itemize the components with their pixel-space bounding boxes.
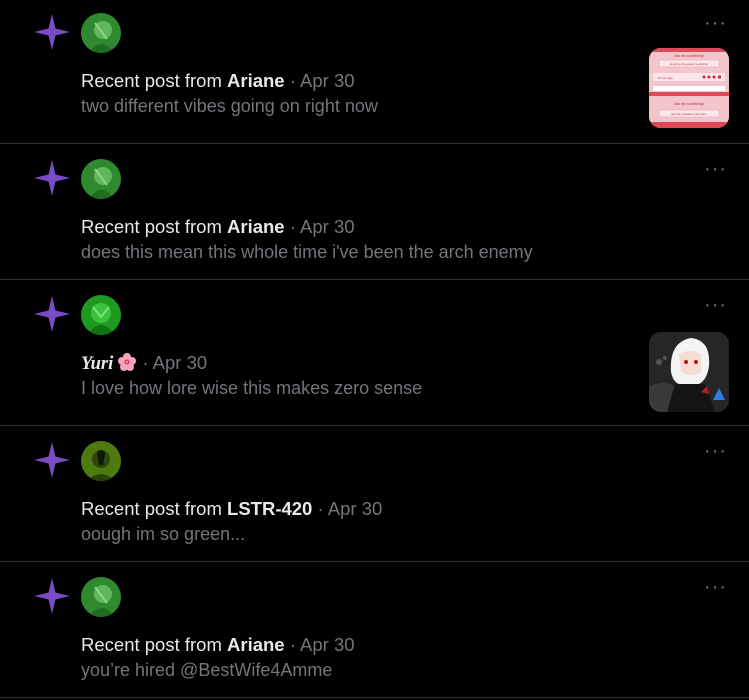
more-options-icon[interactable]: ··· [704,13,727,33]
prefix-text: Recent post from [81,70,228,91]
avatar[interactable] [81,159,121,199]
post-text: two different vibes going on right now [81,96,378,116]
notification-header: Recent post from Ariane · Apr 30 [81,634,355,656]
author-name[interactable]: Ariane [227,70,285,91]
notification-item[interactable]: ··· Yuri · Apr 30 I love how lore wise t… [0,280,749,426]
prefix-text: Recent post from [81,634,228,655]
sparkle-icon [34,578,70,614]
hibiscus-icon [118,353,137,371]
separator: · [289,634,296,655]
separator: · [317,498,324,519]
post-text: I love how lore wise this makes zero sen… [81,378,423,398]
separator: · [289,216,296,237]
notification-header: Yuri · Apr 30 [81,352,207,375]
prefix-text: Recent post from [81,498,228,519]
avatar[interactable] [81,13,121,53]
thumb-line: 4 hours ago [657,76,673,80]
notification-header: Recent post from Ariane · Apr 30 [81,70,355,92]
post-text: does this mean this whole time i've been… [81,242,533,262]
sparkle-icon [34,14,70,50]
thumb-line: long live the green revolution [670,62,709,66]
author-name[interactable]: Ariane [227,634,285,655]
notification-item[interactable]: ··· Recent post from LSTR-420 · Apr 30 o… [0,426,749,562]
author-name[interactable]: LSTR-420 [227,498,312,519]
more-options-icon[interactable]: ··· [704,159,727,179]
post-date[interactable]: Apr 30 [300,70,355,91]
post-date[interactable]: Apr 30 [300,634,355,655]
notification-header: Recent post from Ariane · Apr 30 [81,216,355,238]
post-date[interactable]: Apr 30 [328,498,383,519]
thumb-line: Ask me something! [674,102,704,106]
notification-item[interactable]: ··· Recent post from Ariane · Apr 30 you… [0,562,749,698]
notification-item[interactable]: ··· Recent post from Ariane · Apr 30 doe… [0,144,749,280]
thumb-line: Ask me something! [674,54,704,58]
more-options-icon[interactable]: ··· [704,577,727,597]
avatar[interactable] [81,577,121,617]
prefix-text: Recent post from [81,216,228,237]
more-options-icon[interactable]: ··· [704,441,727,461]
more-options-icon[interactable]: ··· [704,295,727,315]
post-text: oough im so green... [81,524,246,544]
sparkle-icon [34,160,70,196]
avatar[interactable] [81,441,121,481]
notification-feed: ··· Recent post from Ariane · Apr 30 two… [0,0,749,698]
post-date[interactable]: Apr 30 [153,352,208,373]
separator: · [289,70,296,91]
thumb-line: get this parasite outta here [671,112,707,116]
author-name[interactable]: Ariane [227,216,285,237]
post-text: you’re hired @BestWife4Amme [81,660,333,680]
sparkle-icon [34,296,70,332]
separator: · [142,352,149,373]
sparkle-icon [34,442,70,478]
avatar[interactable] [81,295,121,335]
post-thumbnail[interactable]: Ask me something! long live the green re… [649,48,729,128]
notification-item[interactable]: ··· Recent post from Ariane · Apr 30 two… [0,0,749,144]
notification-header: Recent post from LSTR-420 · Apr 30 [81,498,382,520]
post-date[interactable]: Apr 30 [300,216,355,237]
author-name[interactable]: Yuri [81,354,113,374]
post-thumbnail[interactable] [649,332,729,412]
